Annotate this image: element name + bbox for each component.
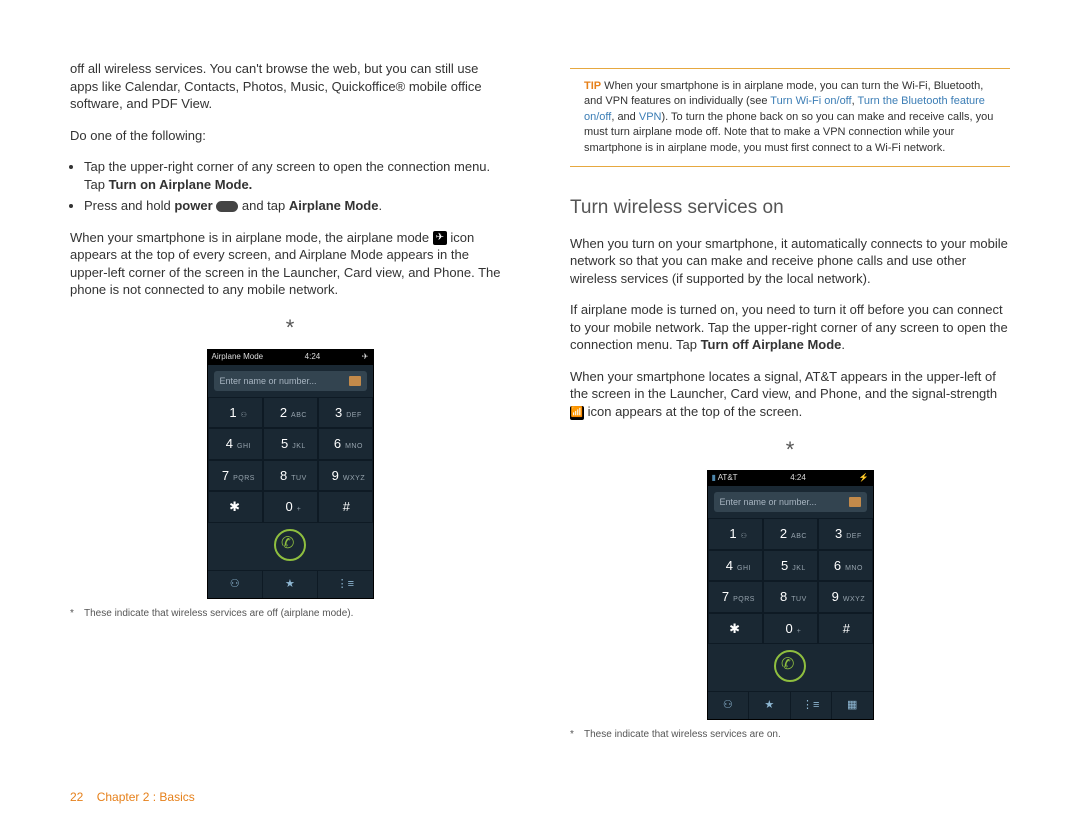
figure-caption-right: *These indicate that wireless services a… (570, 728, 1010, 742)
phone-search-field: Enter name or number... (214, 371, 367, 391)
callout-asterisk: * (570, 435, 1010, 465)
intro-text: off all wireless services. You can't bro… (70, 60, 510, 113)
bottom-bar-icon: ★ (748, 691, 790, 719)
keypad-key: 3DEF (318, 397, 373, 429)
keypad-key: 3DEF (818, 518, 873, 550)
keypad-key: 6MNO (818, 550, 873, 582)
bottom-bar-icon: ⋮≡ (317, 570, 372, 598)
keypad-key: # (818, 613, 873, 645)
status-icons: ⚡ (859, 473, 869, 484)
signal-bars-icon: ▮ (712, 473, 716, 482)
call-button-icon (774, 650, 806, 682)
call-button-icon (274, 529, 306, 561)
airplane-description: When your smartphone is in airplane mode… (70, 229, 510, 299)
contact-card-icon (849, 497, 861, 507)
bottom-bar-icon: ⋮≡ (790, 691, 832, 719)
right-p3: When your smartphone locates a signal, A… (570, 368, 1010, 421)
phone-status-bar: Airplane Mode 4:24 ✈ (208, 350, 373, 365)
keypad-key: 6MNO (318, 428, 373, 460)
keypad-key: 2ABC (263, 397, 318, 429)
phone-search-field: Enter name or number... (714, 492, 867, 512)
keypad-key: 7PQRS (708, 581, 763, 613)
keypad-key: 5JKL (263, 428, 318, 460)
bullet-2: Press and hold power and tap Airplane Mo… (84, 197, 510, 215)
right-p2: If airplane mode is turned on, you need … (570, 301, 1010, 354)
call-row (208, 523, 373, 570)
keypad-key: 1⚇ (208, 397, 263, 429)
keypad-key: 2ABC (763, 518, 818, 550)
page-footer: 22 Chapter 2 : Basics (70, 770, 1010, 804)
phone-status-bar: ▮ AT&T 4:24 ⚡ (708, 471, 873, 486)
bottom-bar-icon: ▦ (831, 691, 873, 719)
keypad-key: 5JKL (763, 550, 818, 582)
right-column: TIP When your smartphone is in airplane … (570, 60, 1010, 770)
page-number: 22 (70, 790, 83, 804)
callout-asterisk: * (70, 313, 510, 343)
left-column: off all wireless services. You can't bro… (70, 60, 510, 770)
keypad-key: ✱ (708, 613, 763, 645)
contact-card-icon (349, 376, 361, 386)
bottom-bar-icon: ★ (262, 570, 317, 598)
section-heading: Turn wireless services on (570, 195, 1010, 221)
phone-screenshot-airplane: Airplane Mode 4:24 ✈ Enter name or numbe… (207, 349, 374, 599)
figure-caption-left: *These indicate that wireless services a… (70, 607, 510, 621)
keypad-key: # (318, 491, 373, 523)
phone-screenshot-connected: ▮ AT&T 4:24 ⚡ Enter name or number... 1⚇… (707, 470, 874, 720)
link-vpn[interactable]: VPN (639, 111, 662, 123)
keypad-key: 4GHI (208, 428, 263, 460)
link-wifi[interactable]: Turn Wi-Fi on/off (770, 95, 851, 107)
bottom-bar-icon: ⚇ (208, 570, 262, 598)
keypad-key: 8TUV (763, 581, 818, 613)
do-one-label: Do one of the following: (70, 127, 510, 145)
keypad-key: ✱ (208, 491, 263, 523)
phone-bottom-bar: ⚇★⋮≡▦ (708, 691, 873, 719)
keypad-key: 9WXYZ (318, 460, 373, 492)
airplane-icon: ✈ (433, 231, 447, 245)
phone-keypad: 1⚇2ABC3DEF 4GHI5JKL6MNO 7PQRS8TUV9WXYZ ✱0+# (708, 518, 873, 644)
call-row (708, 644, 873, 691)
signal-icon: 📶 (570, 406, 584, 420)
keypad-key: 0+ (763, 613, 818, 645)
keypad-key: 9WXYZ (818, 581, 873, 613)
tip-label: TIP (584, 80, 601, 92)
keypad-key: 0+ (263, 491, 318, 523)
keypad-key: 4GHI (708, 550, 763, 582)
power-button-icon (216, 201, 238, 212)
keypad-key: 1⚇ (708, 518, 763, 550)
phone-keypad: 1⚇2ABC3DEF 4GHI5JKL6MNO 7PQRS8TUV9WXYZ ✱0+# (208, 397, 373, 523)
bullet-1: Tap the upper-right corner of any screen… (84, 158, 510, 193)
instruction-list: Tap the upper-right corner of any screen… (70, 158, 510, 215)
right-p1: When you turn on your smartphone, it aut… (570, 235, 1010, 288)
keypad-key: 7PQRS (208, 460, 263, 492)
bottom-bar-icon: ⚇ (708, 691, 749, 719)
tip-box: TIP When your smartphone is in airplane … (570, 68, 1010, 167)
chapter-label: Chapter 2 : Basics (97, 790, 195, 804)
airplane-status-icon: ✈ (362, 352, 369, 363)
phone-bottom-bar: ⚇★⋮≡ (208, 570, 373, 598)
keypad-key: 8TUV (263, 460, 318, 492)
